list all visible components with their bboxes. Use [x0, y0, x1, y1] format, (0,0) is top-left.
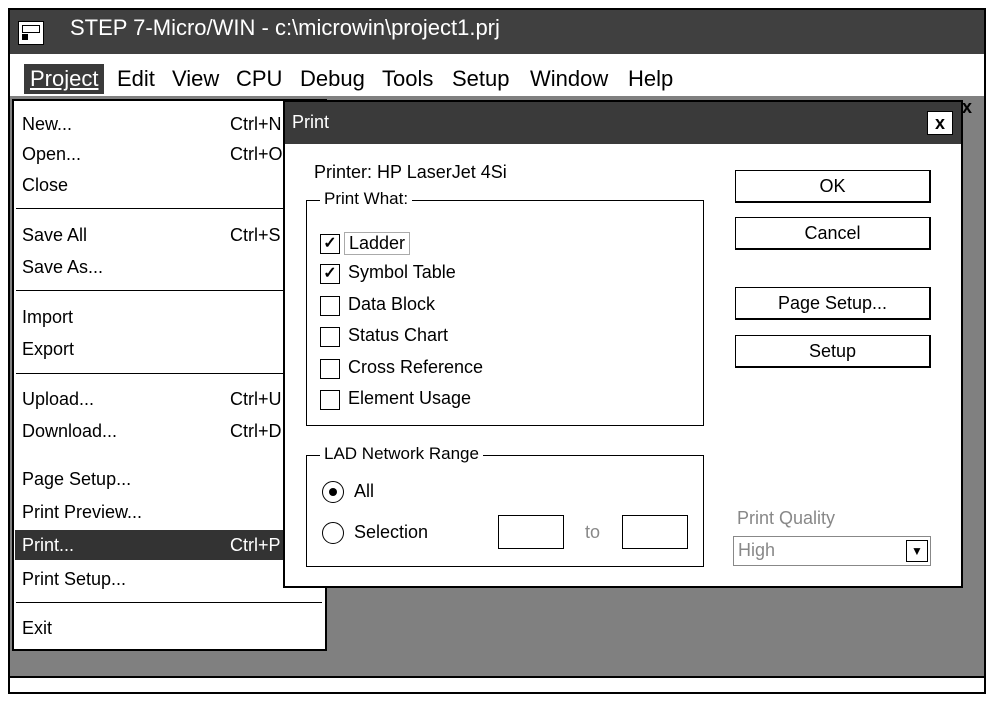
selection-label: Selection	[354, 522, 429, 542]
setup-button[interactable]: Setup	[735, 335, 931, 368]
menu-item-save-as[interactable]: Save As...	[22, 252, 103, 282]
status-chart-label: Status Chart	[348, 325, 449, 345]
menu-separator	[16, 373, 322, 374]
menu-item-close[interactable]: Close	[22, 170, 68, 200]
printer-name: Printer: HP LaserJet 4Si	[314, 162, 507, 182]
cancel-button[interactable]: Cancel	[735, 217, 931, 250]
range-to-input[interactable]	[622, 515, 688, 549]
menu-setup[interactable]: Setup	[452, 66, 510, 92]
menu-item-print[interactable]: Print... Ctrl+P	[15, 530, 292, 560]
menu-item-export[interactable]: Export	[22, 334, 74, 364]
status-bar	[10, 676, 984, 692]
element-usage-checkbox[interactable]	[320, 390, 340, 410]
status-chart-checkbox[interactable]	[320, 327, 340, 347]
print-quality-label: Print Quality	[737, 508, 836, 528]
menu-separator	[16, 602, 322, 603]
network-range-legend: LAD Network Range	[320, 444, 483, 464]
menu-item-new[interactable]: New... Ctrl+N	[22, 109, 282, 139]
data-block-label: Data Block	[348, 294, 436, 314]
ok-button[interactable]: OK	[735, 170, 931, 203]
menu-item-download[interactable]: Download... Ctrl+D	[22, 416, 282, 446]
ladder-label: Ladder	[344, 232, 411, 255]
menu-item-exit[interactable]: Exit	[22, 613, 52, 643]
print-what-legend: Print What:	[320, 189, 413, 209]
print-quality-select[interactable]: High ▼	[733, 536, 931, 566]
menu-cpu[interactable]: CPU	[236, 66, 282, 92]
data-block-checkbox[interactable]	[320, 296, 340, 316]
menu-view[interactable]: View	[172, 66, 219, 92]
range-from-input[interactable]	[498, 515, 564, 549]
menu-project[interactable]: Project	[24, 64, 105, 94]
selection-radio[interactable]	[322, 522, 344, 544]
menu-item-page-setup[interactable]: Page Setup...	[22, 464, 131, 494]
menu-separator	[16, 208, 322, 209]
app-icon[interactable]	[18, 21, 44, 45]
network-range-group	[306, 455, 704, 567]
close-icon[interactable]: x	[927, 111, 953, 135]
menu-item-open[interactable]: Open... Ctrl+O	[22, 139, 283, 169]
page-setup-button[interactable]: Page Setup...	[735, 287, 931, 320]
menu-separator	[16, 290, 322, 291]
all-label: All	[354, 481, 375, 501]
menu-item-import[interactable]: Import	[22, 302, 73, 332]
dialog-title-bar[interactable]	[285, 102, 961, 144]
menu-item-upload[interactable]: Upload... Ctrl+U	[22, 384, 282, 414]
menu-edit[interactable]: Edit	[117, 66, 155, 92]
element-usage-label: Element Usage	[348, 388, 472, 408]
menu-item-print-preview[interactable]: Print Preview...	[22, 497, 142, 527]
chevron-down-icon[interactable]: ▼	[906, 540, 928, 562]
cross-reference-label: Cross Reference	[348, 357, 484, 377]
to-label: to	[585, 522, 601, 542]
menu-tools[interactable]: Tools	[382, 66, 433, 92]
menu-debug[interactable]: Debug	[300, 66, 365, 92]
all-radio[interactable]	[322, 481, 344, 503]
symbol-table-label: Symbol Table	[348, 262, 456, 282]
menu-window[interactable]: Window	[530, 66, 608, 92]
window-title: STEP 7-Micro/WIN - c:\microwin\project1.…	[70, 15, 500, 40]
menu-help[interactable]: Help	[628, 66, 673, 92]
print-quality-value: High	[738, 540, 776, 560]
close-icon[interactable]: x	[962, 97, 972, 118]
ladder-checkbox[interactable]: ✓	[320, 234, 340, 254]
dialog-title: Print	[292, 112, 330, 132]
symbol-table-checkbox[interactable]: ✓	[320, 264, 340, 284]
menu-item-print-setup[interactable]: Print Setup...	[22, 564, 126, 594]
cross-reference-checkbox[interactable]	[320, 359, 340, 379]
menu-item-save-all[interactable]: Save All Ctrl+S	[22, 220, 281, 250]
